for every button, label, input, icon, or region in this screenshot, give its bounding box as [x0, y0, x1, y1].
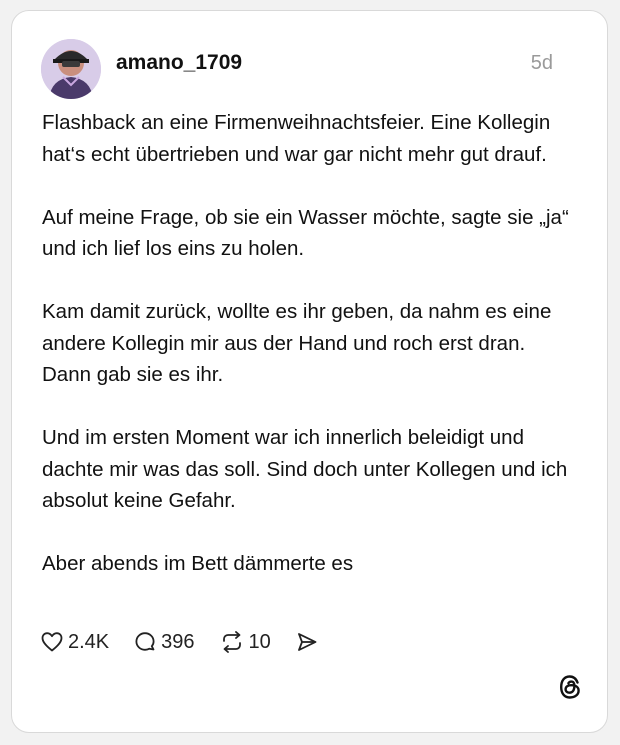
share-button[interactable] [295, 630, 319, 654]
share-send-icon [297, 633, 317, 651]
post-paragraph: Kam damit zurück, wollte es ihr geben, d… [42, 300, 552, 386]
action-bar: 2.4K 396 10 [40, 627, 343, 657]
avatar[interactable] [41, 39, 101, 99]
post-paragraph: Flashback an eine Firmenweihnachtsfeier.… [42, 111, 551, 166]
repost-button[interactable]: 10 [219, 630, 271, 654]
post-timestamp: 5d [530, 52, 553, 74]
username[interactable]: amano_1709 [116, 51, 242, 75]
post-paragraph: Und im ersten Moment war ich innerlich b… [42, 426, 568, 512]
post-paragraph: Auf meine Frage, ob sie ein Wasser möcht… [42, 205, 569, 261]
avatar-image [41, 39, 101, 99]
like-button[interactable]: 2.4K [40, 630, 109, 654]
like-count: 2.4K [68, 630, 110, 653]
heart-icon [41, 632, 63, 652]
comment-bubble-icon [135, 632, 155, 651]
comment-button[interactable]: 396 [133, 630, 195, 654]
comment-count: 396 [161, 630, 195, 653]
post-paragraph: Aber abends im Bett dämmerte es [42, 552, 354, 575]
post-body: Flashback an eine Firmenweihnachtsfeier.… [42, 107, 577, 580]
repost-icon [222, 631, 241, 653]
post-card: amano_1709 5d Flashback an eine Firmenwe… [11, 10, 608, 733]
threads-logo-icon[interactable] [557, 673, 583, 706]
repost-count: 10 [248, 630, 271, 653]
